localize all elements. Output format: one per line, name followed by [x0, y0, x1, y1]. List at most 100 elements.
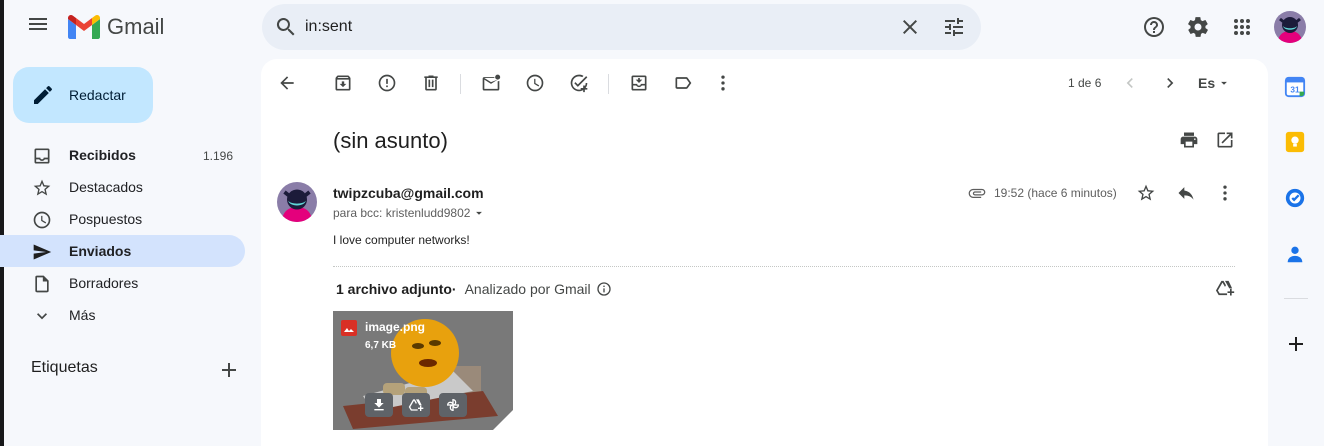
attachment-filename: image.png: [365, 320, 426, 334]
print-icon[interactable]: [1179, 130, 1199, 150]
sender-avatar: [277, 182, 317, 222]
search-input[interactable]: in:sent: [305, 18, 352, 36]
more-vertical-icon[interactable]: [1215, 183, 1235, 203]
avatar-image: [1274, 11, 1306, 43]
gmail-logo[interactable]: Gmail: [68, 14, 164, 40]
attachments-divider: [333, 266, 1235, 267]
calendar-icon: 31: [1284, 76, 1306, 98]
gear-icon[interactable]: [1186, 15, 1210, 39]
draft-icon: [35, 275, 49, 293]
inbox-icon: [34, 148, 50, 164]
add-task-icon[interactable]: [569, 73, 589, 93]
app-name: Gmail: [107, 14, 165, 39]
message-time: 19:52 (hace 6 minutos): [994, 186, 1117, 200]
add-addon-icon[interactable]: [1284, 332, 1308, 356]
add-to-drive-icon[interactable]: [1215, 278, 1235, 298]
keep-app-button[interactable]: [1284, 131, 1308, 155]
scanned-label: Analizado por Gmail: [464, 281, 591, 297]
message-subject: (sin asunto): [333, 128, 448, 153]
tasks-app-button[interactable]: [1284, 187, 1308, 211]
compose-button[interactable]: Redactar: [13, 67, 153, 123]
download-button[interactable]: [365, 393, 393, 417]
sidebar-item-inbox[interactable]: Recibidos 1.196: [0, 139, 245, 171]
recipients-toggle[interactable]: para bcc: kristenludd9802: [333, 206, 486, 220]
pencil-icon: [34, 85, 52, 104]
svg-text:31: 31: [1290, 86, 1300, 95]
language-selector[interactable]: Es: [1198, 75, 1231, 91]
photos-pinwheel-icon: [446, 398, 460, 412]
close-icon[interactable]: [898, 15, 922, 39]
caret-down-icon: [1221, 81, 1228, 85]
sidebar-item-label: Borradores: [69, 275, 139, 291]
rail-divider: [1284, 298, 1308, 299]
sidebar-item-label: Más: [69, 307, 96, 323]
send-icon: [33, 244, 52, 260]
more-vertical-icon[interactable]: [713, 73, 733, 93]
edit-with-photos-button[interactable]: [439, 393, 467, 417]
main-menu-button[interactable]: [26, 12, 54, 40]
keep-icon: [1285, 131, 1305, 153]
account-avatar[interactable]: [1274, 11, 1306, 43]
save-to-drive-button[interactable]: [402, 393, 430, 417]
recipients-text: para bcc: kristenludd9802: [333, 206, 471, 220]
caret-down-icon: [476, 211, 483, 215]
attachments-header: 1 archivo adjunto · Analizado por Gmail: [336, 281, 612, 297]
sidebar-item-label: Destacados: [69, 179, 143, 195]
pager-text: 1 de 6: [1068, 76, 1102, 90]
unread-count: 1.196: [202, 149, 233, 163]
sender-email[interactable]: twipzcuba@gmail.com: [333, 185, 484, 201]
star-icon[interactable]: [1136, 183, 1156, 203]
apps-grid-icon[interactable]: [1230, 15, 1254, 39]
page-fold: [493, 410, 513, 430]
avatar-image: [277, 182, 317, 222]
add-label-icon[interactable]: [217, 358, 241, 382]
search-bar[interactable]: in:sent: [262, 4, 981, 50]
report-spam-icon[interactable]: [377, 73, 397, 93]
attachment-card[interactable]: image.png 6,7 KB: [333, 311, 513, 430]
contacts-app-button[interactable]: [1284, 243, 1308, 267]
star-icon: [33, 179, 51, 196]
separator-dot: ·: [451, 281, 457, 297]
message-body: I love computer networks!: [333, 233, 470, 247]
chevron-left-icon[interactable]: [1120, 73, 1140, 93]
snooze-clock-icon[interactable]: [525, 73, 545, 93]
mark-unread-icon[interactable]: [481, 73, 501, 93]
sidebar-item-drafts[interactable]: Borradores: [0, 267, 245, 299]
message-panel: 1 de 6 Es (sin asunto) twipzcuba@gmail.c…: [261, 59, 1268, 446]
chevron-right-icon[interactable]: [1160, 73, 1180, 93]
attachment-clip-icon: [968, 188, 986, 198]
attachment-size: 6,7 KB: [365, 340, 397, 351]
sidebar-item-snoozed[interactable]: Pospuestos: [0, 203, 245, 235]
chevron-down-icon: [37, 313, 47, 320]
toolbar-divider: [460, 74, 461, 94]
reply-icon[interactable]: [1176, 183, 1196, 203]
sidebar-item-label: Enviados: [69, 243, 132, 259]
info-icon[interactable]: [596, 281, 612, 297]
sidebar-item-starred[interactable]: Destacados: [0, 171, 245, 203]
back-arrow-icon[interactable]: [277, 73, 297, 93]
hamburger-icon: [29, 18, 47, 30]
open-new-window-icon[interactable]: [1215, 130, 1235, 150]
gmail-m-icon: [68, 15, 100, 39]
attachment-count: 1 archivo adjunto: [336, 281, 452, 297]
sidebar-item-label: Pospuestos: [69, 211, 143, 227]
download-icon: [374, 399, 384, 411]
tasks-icon: [1285, 188, 1305, 208]
search-options-icon[interactable]: [942, 15, 966, 39]
move-to-icon[interactable]: [629, 73, 649, 93]
sidebar-item-sent[interactable]: Enviados: [0, 235, 245, 267]
sidebar-item-more[interactable]: Más: [0, 299, 245, 331]
archive-icon[interactable]: [333, 73, 353, 93]
sidebar-item-label: Recibidos: [69, 147, 136, 163]
search-icon[interactable]: [274, 15, 298, 39]
calendar-app-button[interactable]: 31: [1284, 76, 1308, 100]
trash-icon[interactable]: [421, 73, 441, 93]
help-icon[interactable]: [1142, 15, 1166, 39]
contacts-icon: [1287, 246, 1303, 263]
image-file-icon: [341, 320, 357, 336]
compose-label: Redactar: [69, 87, 126, 103]
clock-icon: [33, 211, 51, 229]
label-icon[interactable]: [673, 73, 693, 93]
add-to-drive-icon: [408, 399, 424, 411]
language-label: Es: [1198, 75, 1216, 91]
